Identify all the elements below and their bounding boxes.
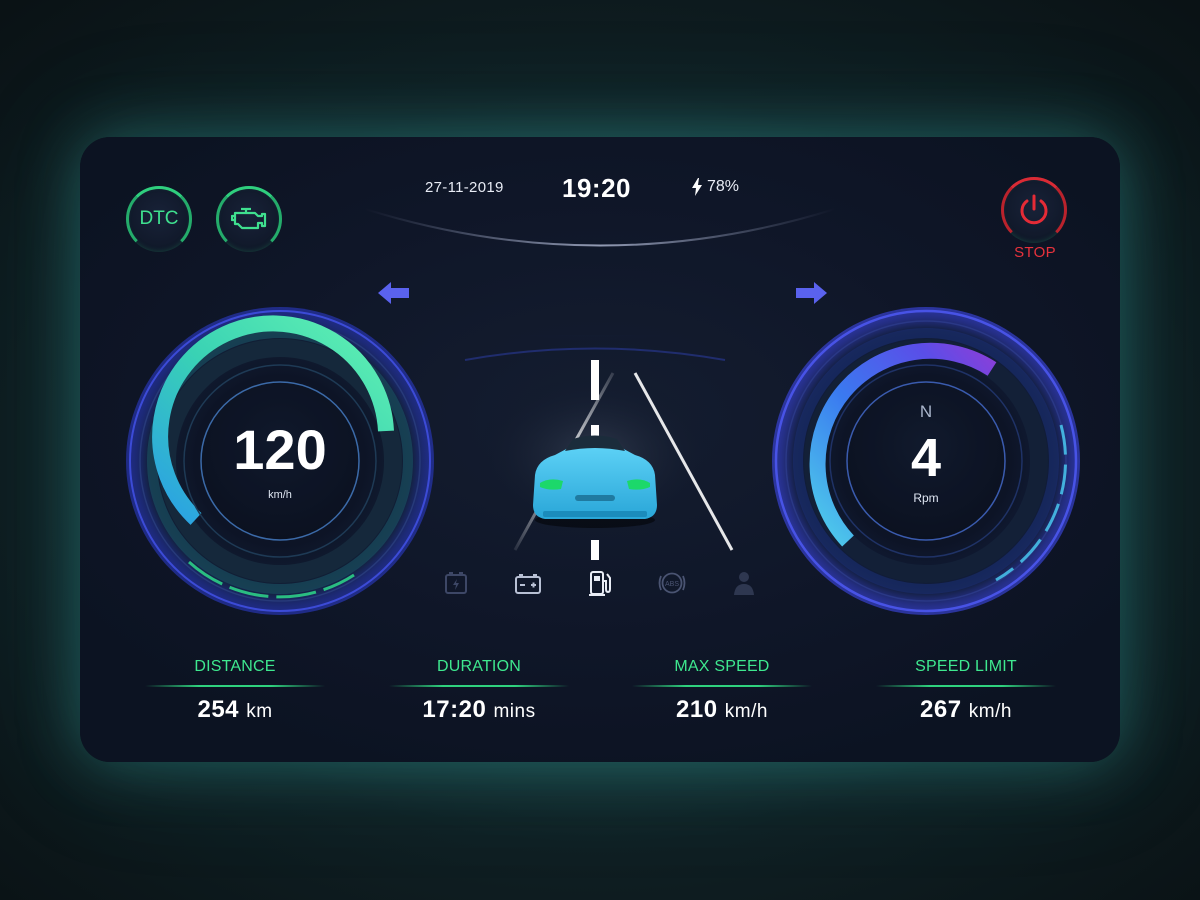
gear-indicator: N <box>919 402 933 421</box>
stat-divider <box>389 685 569 687</box>
stat-label: DISTANCE <box>194 658 276 675</box>
dashboard-panel: 27-11-2019 19:20 78% DTC STOP 120 km/h N… <box>80 137 1120 762</box>
stat-value: 210 km/h <box>622 696 822 724</box>
tachometer: N 4 Rpm <box>770 305 1082 617</box>
battery-charging-icon <box>440 567 472 599</box>
stat-unit: km <box>246 701 273 722</box>
fuel-pump-icon <box>584 567 616 599</box>
stat-unit: mins <box>493 701 536 722</box>
battery-status: 78% <box>691 178 739 196</box>
stat-divider <box>876 685 1056 687</box>
abs-icon: ABS <box>656 567 688 599</box>
check-engine-icon <box>231 207 267 230</box>
stat-value: 254 km <box>135 696 335 724</box>
date-readout: 27-11-2019 <box>425 179 504 196</box>
stat-duration: DURATION 17:20 mins <box>379 658 579 724</box>
stat-distance: DISTANCE 254 km <box>135 658 335 724</box>
stat-unit: km/h <box>968 701 1012 722</box>
speed-unit: km/h <box>268 489 292 501</box>
stat-value: 267 km/h <box>866 696 1066 724</box>
top-arc-decoration <box>364 208 836 247</box>
stat-label: MAX SPEED <box>674 658 770 675</box>
car-battery-icon <box>512 567 544 599</box>
stat-number: 17:20 <box>422 696 487 723</box>
speed-value: 120 <box>233 418 327 481</box>
seatbelt-icon <box>728 567 760 599</box>
stat-speed-limit: SPEED LIMIT 267 km/h <box>866 658 1066 724</box>
stat-number: 267 <box>920 696 962 723</box>
turn-left-arrow-icon <box>378 282 409 304</box>
dtc-button[interactable]: DTC <box>126 186 192 252</box>
stat-number: 210 <box>676 696 718 723</box>
stat-label: SPEED LIMIT <box>915 658 1017 675</box>
power-icon <box>1020 194 1048 225</box>
lightning-icon <box>692 178 702 196</box>
turn-right-arrow-icon <box>796 282 827 304</box>
rpm-unit: Rpm <box>913 491 939 505</box>
stat-label: DURATION <box>437 658 521 675</box>
road-view <box>435 335 755 560</box>
svg-text:ABS: ABS <box>665 581 679 588</box>
stat-value: 17:20 mins <box>379 696 579 724</box>
rpm-value: 4 <box>910 428 942 488</box>
stat-unit: km/h <box>724 701 768 722</box>
power-stop-button[interactable] <box>1001 177 1067 243</box>
check-engine-button[interactable] <box>216 186 282 252</box>
stop-label: STOP <box>1014 244 1056 261</box>
stat-number: 254 <box>197 696 240 723</box>
stat-max-speed: MAX SPEED 210 km/h <box>622 658 822 724</box>
status-icons-row: ABS <box>440 567 760 599</box>
stat-divider <box>145 685 325 687</box>
speedometer: 120 km/h <box>124 305 436 617</box>
dtc-label: DTC <box>139 208 179 229</box>
battery-percentage: 78% <box>707 178 740 195</box>
stat-divider <box>632 685 812 687</box>
